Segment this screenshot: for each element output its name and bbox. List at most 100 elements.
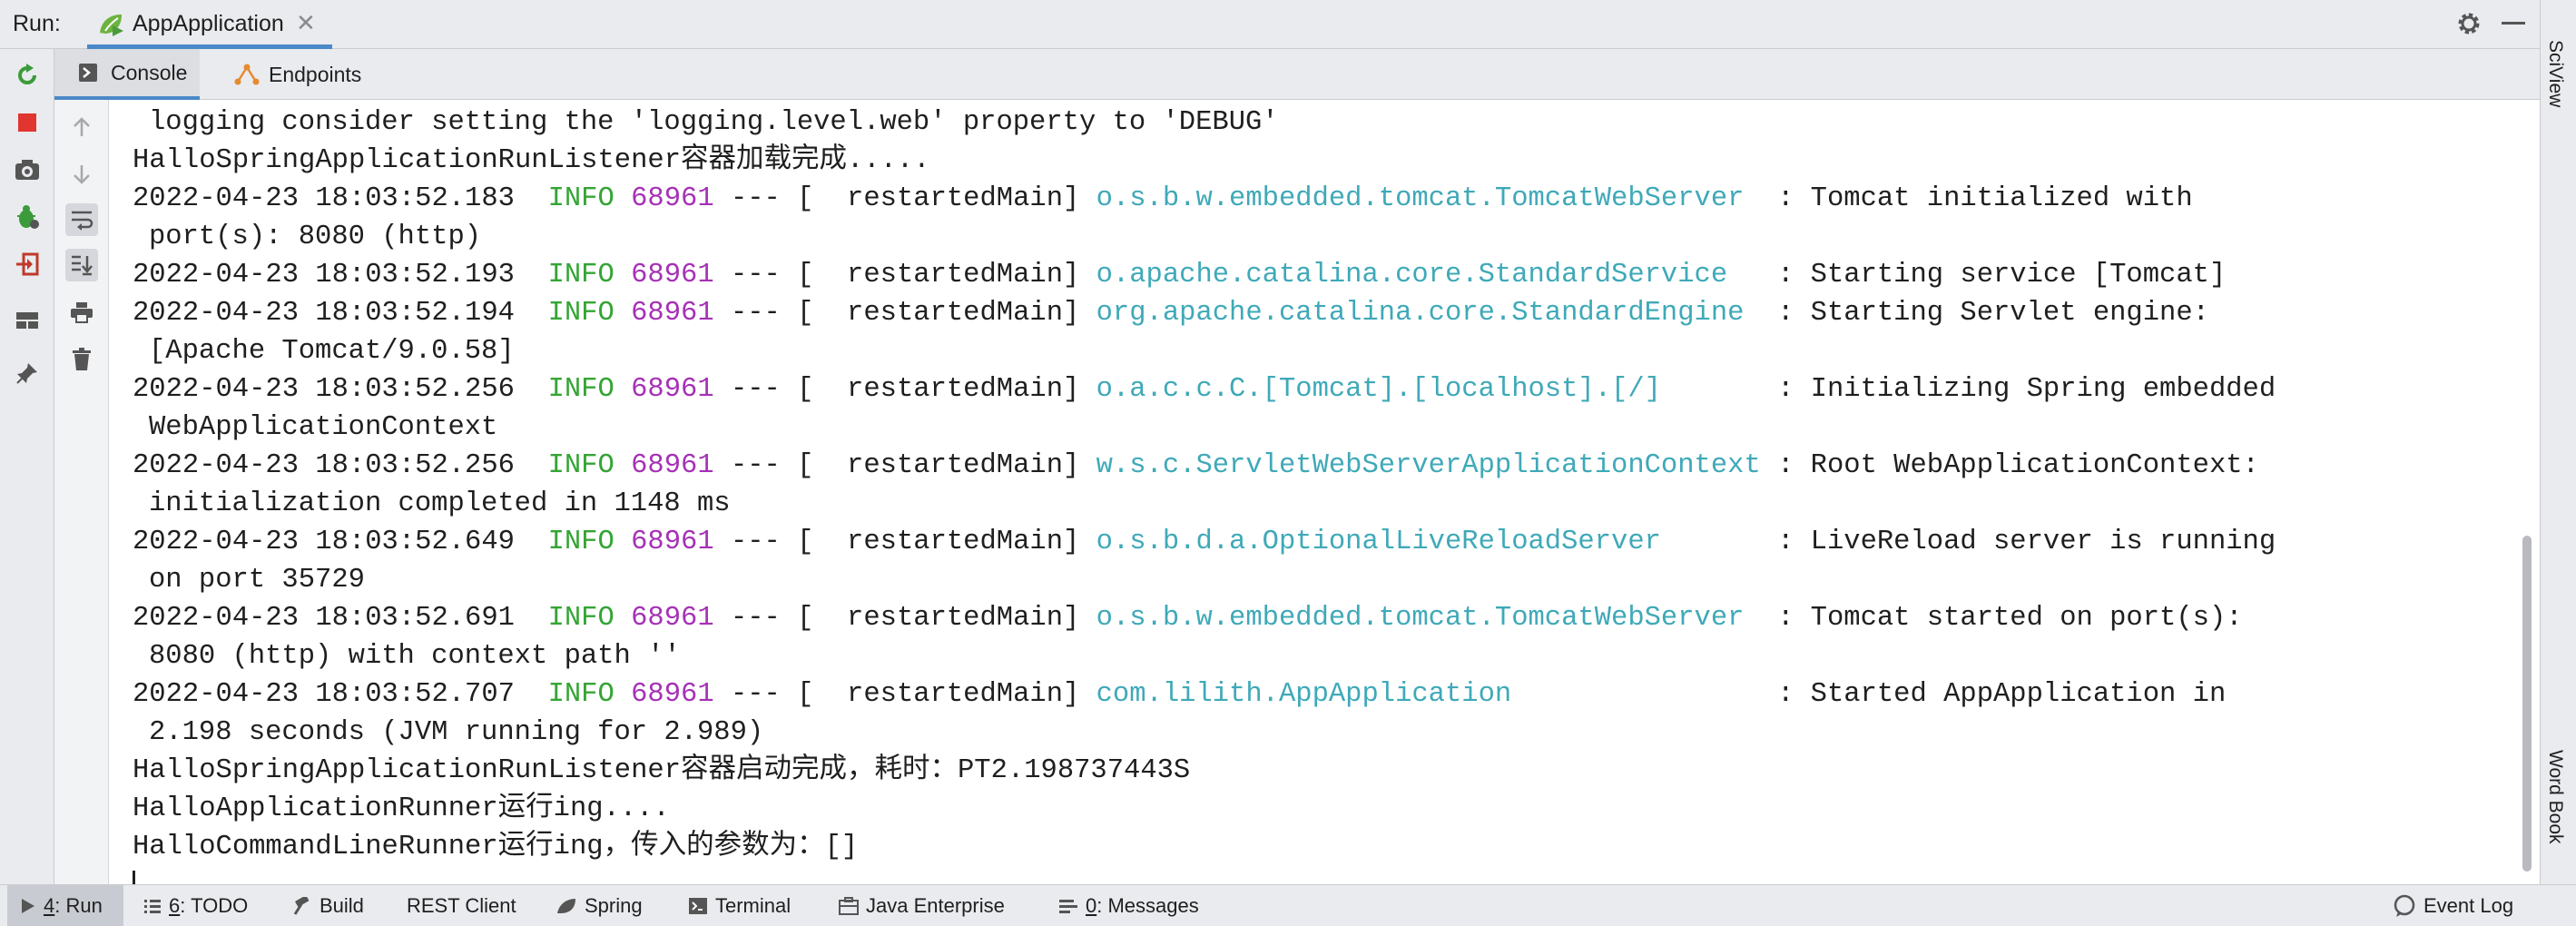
layout-button[interactable] — [12, 305, 43, 336]
tool-run-number: 4 — [44, 894, 55, 917]
tool-build[interactable]: Build — [292, 885, 364, 926]
log-pid: 68961 — [631, 603, 714, 634]
tool-todo-number: 6 — [169, 894, 181, 917]
tool-event-log[interactable]: Event Log — [2393, 885, 2513, 926]
tool-run[interactable]: 4: Run — [7, 885, 123, 926]
word-book-tool-tab[interactable]: Word Book — [2544, 750, 2566, 844]
log-message: : Started AppApplication in — [1777, 679, 2227, 710]
rerun-icon — [18, 64, 36, 84]
log-level: INFO — [547, 298, 615, 329]
tool-terminal[interactable]: Terminal — [688, 885, 791, 926]
printer-icon — [71, 302, 93, 323]
log-thread: restartedMain] — [813, 450, 1080, 481]
sciview-tool-tab[interactable]: SciView — [2544, 40, 2566, 107]
tool-run-label: : Run — [54, 894, 103, 917]
console-line: 8080 (http) with context path '' — [133, 637, 2276, 675]
scroll-to-end-toggle[interactable] — [65, 249, 98, 281]
scrollbar-thumb[interactable] — [2522, 536, 2532, 872]
dump-threads-button[interactable] — [12, 154, 43, 185]
tool-messages[interactable]: 0: Messages — [1058, 885, 1199, 926]
console-output[interactable]: logging consider setting the 'logging.le… — [109, 100, 2514, 884]
log-level: INFO — [547, 183, 615, 214]
console-line: WebApplicationContext — [133, 409, 2276, 447]
console-line: 2022-04-23 18:03:52.194 INFO 68961 --- [… — [133, 294, 2276, 332]
pin-tab-button[interactable] — [12, 358, 43, 389]
gear-icon[interactable] — [2454, 9, 2483, 38]
log-separator: --- [ — [730, 603, 814, 634]
run-label: Run: — [13, 11, 61, 36]
log-separator: --- [ — [730, 679, 814, 710]
log-separator: --- [ — [730, 527, 814, 557]
log-timestamp: 2022-04-23 18:03:52.649 — [133, 527, 515, 557]
spring-leaf-icon — [557, 899, 575, 913]
run-configuration-tab[interactable]: AppApplication ✕ — [87, 0, 332, 49]
console-line-text: WebApplicationContext — [149, 412, 498, 443]
debug-restart-button[interactable] — [12, 202, 43, 232]
log-level: INFO — [547, 260, 615, 291]
vertical-scrollbar[interactable] — [2514, 100, 2540, 884]
close-icon[interactable]: ✕ — [296, 9, 316, 37]
soft-wrap-toggle[interactable] — [65, 203, 98, 236]
tool-java-enterprise[interactable]: Java Enterprise — [839, 885, 1005, 926]
bug-gear-icon — [17, 205, 39, 229]
log-timestamp: 2022-04-23 18:03:52.193 — [133, 260, 515, 291]
tab-console[interactable]: Console — [54, 49, 200, 100]
console-line: 2022-04-23 18:03:52.649 INFO 68961 --- [… — [133, 523, 2276, 561]
run-icon — [22, 899, 34, 913]
console-sub-tabs: Console Endpoints — [54, 49, 2540, 100]
console-line-text: HalloSpringApplicationRunListener容器启动完成，… — [133, 755, 1191, 786]
log-logger: o.s.b.d.a.OptionalLiveReloadServer — [1096, 527, 1761, 557]
log-logger: o.apache.catalina.core.StandardService — [1096, 260, 1761, 291]
log-thread: restartedMain] — [813, 260, 1080, 291]
console-line-text: on port 35729 — [149, 565, 365, 596]
terminal-icon — [689, 898, 707, 914]
tool-rest-client[interactable]: REST Client — [407, 885, 516, 926]
console-line: [Apache Tomcat/9.0.58] — [133, 332, 2276, 370]
console-line-text: 8080 (http) with context path '' — [149, 641, 681, 672]
list-icon — [144, 900, 161, 913]
console-line: HalloCommandLineRunner运行ing，传入的参数为：[] — [133, 828, 2276, 866]
run-tab-label: AppApplication — [133, 11, 284, 36]
enter-arrow-icon — [16, 252, 39, 276]
console-line: HalloSpringApplicationRunListener容器启动完成，… — [133, 752, 2276, 790]
log-logger: w.s.c.ServletWebServerApplicationContext — [1096, 450, 1761, 481]
console-line-text: port(s): 8080 (http) — [149, 222, 482, 252]
log-pid: 68961 — [631, 298, 714, 329]
log-separator: --- [ — [730, 260, 814, 291]
print-button[interactable] — [65, 296, 98, 329]
tab-console-label: Console — [111, 60, 188, 84]
scroll-down-button[interactable] — [65, 158, 98, 191]
tool-spring-label: Spring — [585, 894, 643, 917]
hammer-icon — [293, 897, 310, 915]
console-line: HalloSpringApplicationRunListener容器加载完成.… — [133, 142, 2276, 180]
console-line: 2022-04-23 18:03:52.707 INFO 68961 --- [… — [133, 675, 2276, 714]
text-caret — [133, 870, 135, 884]
log-message: : Tomcat initialized with — [1777, 183, 2193, 214]
arrow-up-icon — [74, 117, 90, 136]
run-toolwindow-header: Run: AppApplication ✕ — [0, 0, 2576, 49]
rerun-button[interactable] — [12, 60, 43, 91]
log-message: : Initializing Spring embedded — [1777, 374, 2276, 405]
console-line-text: HalloApplicationRunner运行ing.... — [133, 793, 670, 824]
tool-build-label: Build — [320, 894, 364, 917]
tool-spring[interactable]: Spring — [556, 885, 643, 926]
tab-endpoints[interactable]: Endpoints — [223, 49, 405, 100]
log-level: INFO — [547, 679, 615, 710]
log-logger: org.apache.catalina.core.StandardEngine — [1096, 298, 1761, 329]
log-separator: --- [ — [730, 374, 814, 405]
stop-button[interactable] — [12, 107, 43, 138]
clear-all-button[interactable] — [65, 343, 98, 376]
console-input-line[interactable] — [109, 866, 2276, 884]
console-line: logging consider setting the 'logging.le… — [133, 103, 2276, 142]
console-line: 2.198 seconds (JVM running for 2.989) — [133, 714, 2276, 752]
log-pid: 68961 — [631, 679, 714, 710]
soft-wrap-icon — [72, 211, 93, 231]
minimize-icon[interactable] — [2502, 22, 2525, 25]
log-message: : Starting Servlet engine: — [1777, 298, 2209, 329]
tab-endpoints-label: Endpoints — [269, 62, 362, 86]
log-timestamp: 2022-04-23 18:03:52.707 — [133, 679, 515, 710]
console-line-text: HalloSpringApplicationRunListener容器加载完成.… — [133, 145, 930, 176]
scroll-up-button[interactable] — [65, 111, 98, 143]
login-step-button[interactable] — [12, 249, 43, 280]
tool-todo[interactable]: 6: TODO — [143, 885, 248, 926]
